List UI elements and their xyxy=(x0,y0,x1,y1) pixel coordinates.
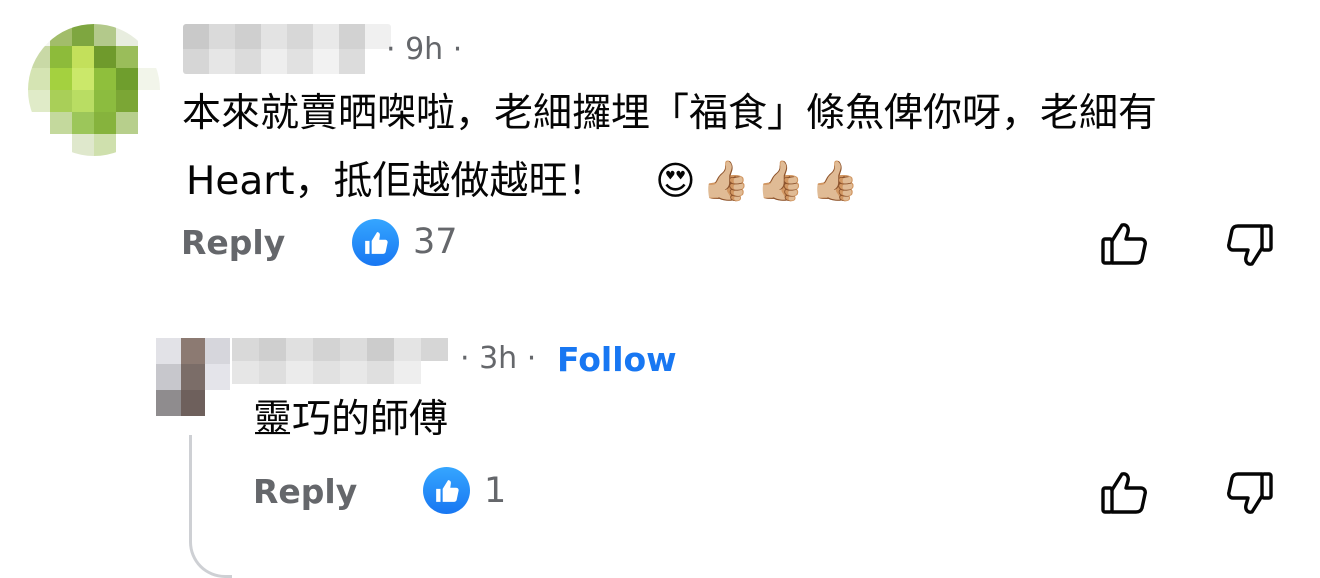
pixel-block xyxy=(138,46,160,68)
pixel-block xyxy=(28,46,50,68)
pixel-block xyxy=(367,338,394,361)
pixel-block xyxy=(94,112,116,134)
pixel-block xyxy=(183,24,209,49)
reply-button[interactable]: Reply xyxy=(181,226,285,259)
pixel-block xyxy=(50,68,72,90)
pixel-block xyxy=(72,134,94,156)
pixel-block xyxy=(205,338,230,364)
reply-text: 靈巧的師傅 xyxy=(253,397,449,442)
thread-connector-line xyxy=(189,435,232,578)
pixel-block xyxy=(116,134,138,156)
pixel-block xyxy=(209,49,235,74)
like-count: 37 xyxy=(413,222,458,262)
pixel-block xyxy=(116,90,138,112)
pixel-block xyxy=(340,361,367,384)
pixel-block xyxy=(235,24,261,49)
comment-text-line-2-words: Heart，抵佢越做越旺！ xyxy=(186,159,607,204)
pixel-block xyxy=(183,49,209,74)
pixel-block xyxy=(138,90,160,112)
pixel-block xyxy=(235,49,261,74)
pixel-block xyxy=(72,24,94,46)
pixel-block xyxy=(116,112,138,134)
pixel-block xyxy=(72,112,94,134)
pixel-block xyxy=(156,390,181,416)
thumbs-up-icon-2[interactable] xyxy=(1100,468,1150,520)
thumbs-down-icon-2[interactable] xyxy=(1224,470,1274,522)
pixel-block xyxy=(28,134,50,156)
pixel-block xyxy=(286,338,313,361)
pixel-block xyxy=(180,338,206,364)
pixel-block xyxy=(259,361,286,384)
pixel-block xyxy=(156,338,181,364)
comment-timestamp: · 9h · xyxy=(386,32,463,67)
pixel-block xyxy=(394,361,421,384)
pixel-block xyxy=(287,49,313,74)
pixel-block xyxy=(138,24,160,46)
pixel-block xyxy=(209,24,235,49)
comment-emojis: 😍👍🏼👍🏼👍🏼 xyxy=(654,159,866,204)
pixel-block xyxy=(72,90,94,112)
pixel-block xyxy=(340,338,367,361)
pixel-block xyxy=(421,361,448,384)
pixel-block xyxy=(28,112,50,134)
comment-text-line-2: Heart，抵佢越做越旺！ 😍👍🏼👍🏼👍🏼 xyxy=(182,148,1157,216)
pixel-block xyxy=(50,90,72,112)
pixel-block xyxy=(72,68,94,90)
pixel-block xyxy=(313,24,339,49)
pixel-block xyxy=(50,46,72,68)
pixel-block xyxy=(313,338,340,361)
pixel-block xyxy=(259,338,286,361)
pixel-block xyxy=(286,361,313,384)
pixel-block xyxy=(261,49,287,74)
commenter-name-blurred[interactable] xyxy=(183,24,391,74)
thumbs-up-icon[interactable] xyxy=(1100,219,1150,271)
pixel-block xyxy=(205,390,230,416)
pixel-block xyxy=(180,364,206,390)
pixel-block xyxy=(28,68,50,90)
pixel-block xyxy=(138,68,160,90)
pixel-block xyxy=(116,68,138,90)
pixel-block xyxy=(72,46,94,68)
reply-avatar[interactable] xyxy=(156,338,230,416)
pixel-block xyxy=(339,49,365,74)
like-reaction-icon xyxy=(352,219,399,266)
pixel-block xyxy=(94,68,116,90)
pixel-block xyxy=(421,338,448,361)
comment-text-line-1: 本來就賣晒㗎啦，老細攞埋「福食」條魚俾你呀，老細有 xyxy=(182,91,1158,136)
pixel-block xyxy=(116,46,138,68)
pixel-block xyxy=(232,338,259,361)
pixel-block xyxy=(313,361,340,384)
pixel-block xyxy=(50,112,72,134)
comment-avatar[interactable] xyxy=(28,24,160,156)
pixel-block xyxy=(94,24,116,46)
reply-timestamp: · 3h · xyxy=(460,341,537,376)
comment-text: 本來就賣晒㗎啦，老細攞埋「福食」條魚俾你呀，老細有 Heart，抵佢越做越旺！ … xyxy=(182,80,1157,216)
pixel-block xyxy=(138,134,160,156)
like-count-2: 1 xyxy=(484,471,507,511)
pixel-block xyxy=(138,112,160,134)
replier-name-blurred[interactable] xyxy=(232,338,448,384)
pixel-block xyxy=(94,90,116,112)
pixel-block xyxy=(313,49,339,74)
pixel-block xyxy=(394,338,421,361)
pixel-block xyxy=(205,364,230,390)
follow-button[interactable]: Follow xyxy=(557,340,677,379)
pixel-block xyxy=(94,46,116,68)
reply-button-2[interactable]: Reply xyxy=(253,475,357,508)
pixel-block xyxy=(94,134,116,156)
pixel-block xyxy=(287,24,313,49)
thumbs-down-icon[interactable] xyxy=(1224,222,1274,274)
pixel-block xyxy=(116,24,138,46)
pixel-block xyxy=(50,134,72,156)
pixel-block xyxy=(339,24,365,49)
like-reaction-icon-2 xyxy=(423,467,470,514)
pixel-block xyxy=(232,361,259,384)
pixel-block xyxy=(28,24,50,46)
pixel-block xyxy=(28,90,50,112)
pixel-block xyxy=(156,364,181,390)
pixel-block xyxy=(180,390,206,416)
pixel-block xyxy=(50,24,72,46)
pixel-block xyxy=(367,361,394,384)
pixel-block xyxy=(261,24,287,49)
